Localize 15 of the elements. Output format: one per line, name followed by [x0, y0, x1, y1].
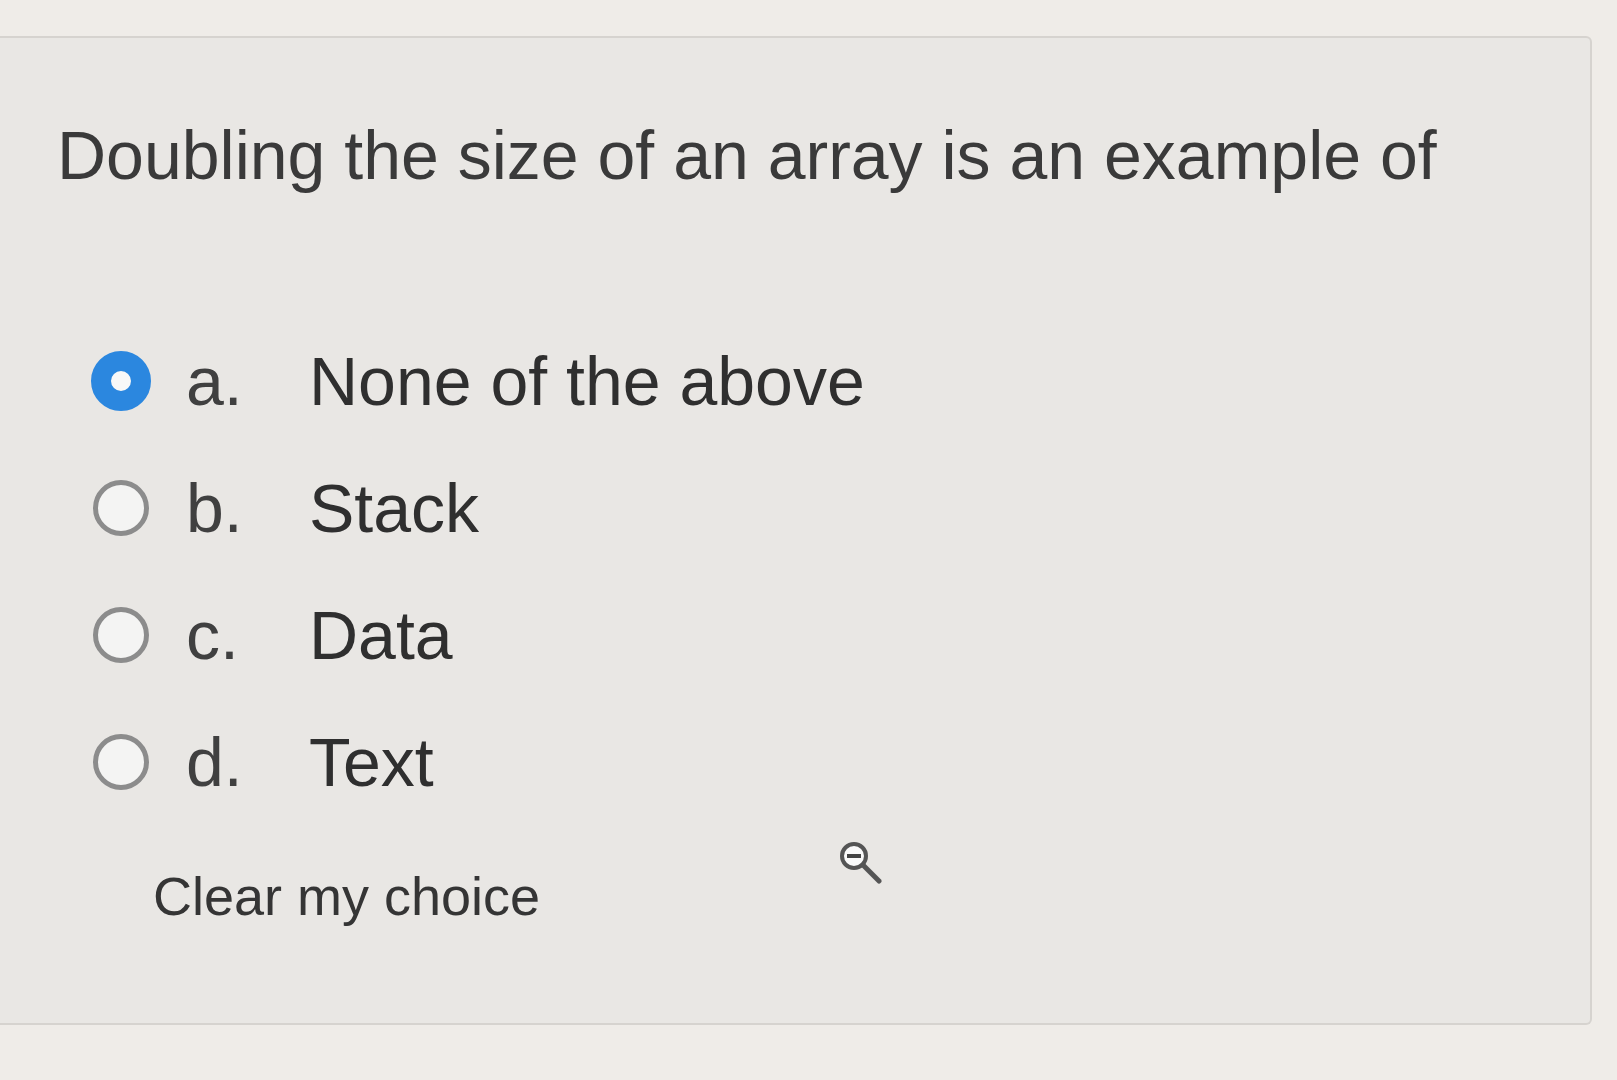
option-letter: c. — [186, 596, 240, 675]
option-letter: d. — [186, 723, 244, 802]
question-text: Doubling the size of an array is an example of — [57, 116, 1438, 195]
option-label[interactable]: None of the above — [309, 340, 865, 422]
radio-button[interactable] — [93, 607, 149, 663]
clear-choice-link[interactable]: Clear my choice — [153, 864, 541, 929]
option-label[interactable]: Stack — [309, 467, 480, 549]
option-label[interactable]: Data — [309, 594, 453, 676]
zoom-out-icon — [838, 840, 882, 884]
option-letter: b. — [186, 469, 244, 548]
radio-button[interactable] — [93, 480, 149, 536]
radio-button[interactable] — [91, 351, 151, 411]
option-label[interactable]: Text — [309, 721, 434, 803]
radio-button[interactable] — [93, 734, 149, 790]
option-letter: a. — [186, 342, 244, 421]
